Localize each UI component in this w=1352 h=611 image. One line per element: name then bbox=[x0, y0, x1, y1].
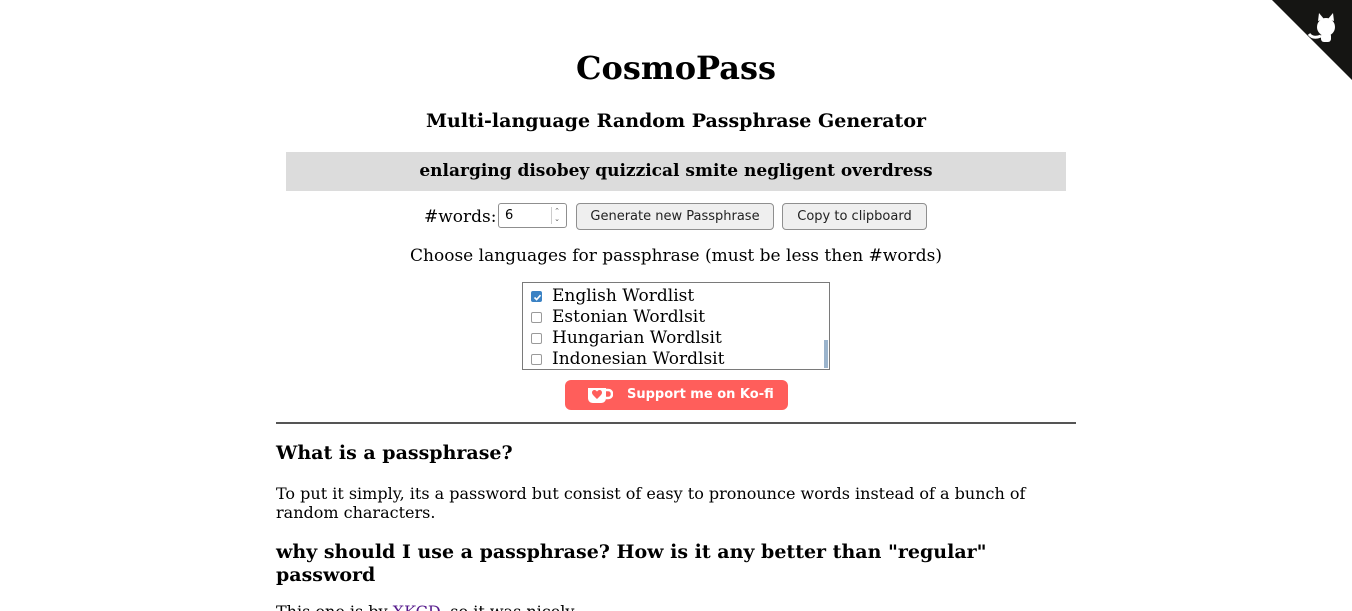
faq-answer-2-suffix: , so it was nicely bbox=[440, 602, 574, 611]
kofi-support-button[interactable]: Support me on Ko-fi bbox=[565, 380, 788, 410]
estonian-label: Estonian Wordlsit bbox=[552, 307, 706, 327]
kofi-label: Support me on Ko-fi bbox=[627, 387, 774, 402]
copy-clipboard-button[interactable]: Copy to clipboard bbox=[782, 203, 927, 230]
faq-question-2: why should I use a passphrase? How is it… bbox=[276, 541, 987, 586]
words-count-stepper[interactable]: ⌃ ⌄ bbox=[551, 207, 562, 224]
faq-question-1: What is a passphrase? bbox=[276, 442, 513, 464]
checkmark-icon bbox=[533, 294, 542, 301]
english-label: English Wordlist bbox=[552, 286, 695, 306]
indonesian-label: Indonesian Wordlsit bbox=[552, 349, 725, 369]
stepper-up-icon[interactable]: ⌃ bbox=[552, 207, 562, 215]
language-list[interactable]: English Wordlist Estonian Wordlsit Hunga… bbox=[522, 282, 830, 370]
hungarian-checkbox[interactable] bbox=[531, 333, 542, 344]
kofi-cup-icon bbox=[588, 388, 613, 403]
estonian-checkbox[interactable] bbox=[531, 312, 542, 323]
language-list-scrollbar[interactable] bbox=[824, 340, 828, 368]
hungarian-label: Hungarian Wordlsit bbox=[552, 328, 722, 348]
indonesian-checkbox[interactable] bbox=[531, 354, 542, 365]
faq-answer-2: This one is by XKCD, so it was nicely bbox=[276, 602, 1076, 611]
faq-answer-1: To put it simply, its a password but con… bbox=[276, 484, 1026, 522]
languages-prompt: Choose languages for passphrase (must be… bbox=[410, 246, 942, 266]
stepper-down-icon[interactable]: ⌄ bbox=[552, 215, 562, 223]
page-subtitle: Multi-language Random Passphrase Generat… bbox=[425, 110, 926, 132]
passphrase-display: enlarging disobey quizzical smite neglig… bbox=[286, 152, 1066, 191]
page: CosmoPass Multi-language Random Passphra… bbox=[0, 0, 1352, 611]
english-checkbox[interactable] bbox=[531, 291, 542, 302]
words-label: #words: bbox=[424, 207, 497, 227]
words-count-value: 6 bbox=[505, 208, 514, 223]
controls-row: #words: 6 ⌃ ⌄ Generate new Passphrase Co… bbox=[0, 203, 1352, 231]
faq-answer-2-prefix: This one is by bbox=[276, 602, 388, 611]
section-divider bbox=[276, 422, 1076, 424]
xkcd-link[interactable]: XKCD bbox=[393, 602, 440, 611]
words-count-input[interactable]: 6 ⌃ ⌄ bbox=[498, 203, 567, 228]
generate-passphrase-button[interactable]: Generate new Passphrase bbox=[576, 203, 774, 230]
page-title: CosmoPass bbox=[576, 49, 776, 87]
